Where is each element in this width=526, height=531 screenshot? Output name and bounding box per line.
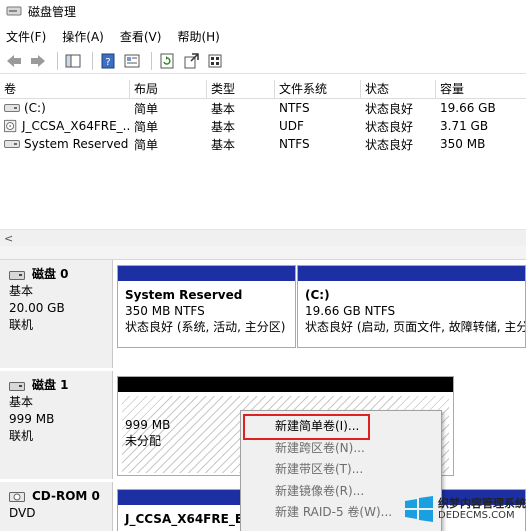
volume-status: 状态良好	[365, 101, 414, 116]
window-title: 磁盘管理	[28, 4, 77, 19]
menu-bar: 文件(F) 操作(A) 查看(V) 帮助(H)	[0, 26, 526, 46]
volume-name: J_CCSA_X64FRE_...	[22, 119, 130, 133]
volume-type: 基本	[211, 137, 236, 152]
column-capacity[interactable]: 容量	[436, 80, 526, 99]
volume-status: 状态良好	[365, 137, 414, 152]
partition-title: System Reserved	[125, 288, 243, 302]
table-row[interactable]: System Reserved 简单 基本 NTFS 状态良好 350 MB	[0, 135, 526, 153]
volume-name: System Reserved	[24, 137, 129, 151]
disk-name: 磁盘 0	[32, 267, 69, 281]
disk-name: 磁盘 1	[32, 378, 69, 392]
volume-layout: 简单	[134, 119, 159, 134]
volume-table: (C:) 简单 基本 NTFS 状态良好 19.66 GB J_CCSA_X64…	[0, 99, 526, 153]
disk-type: DVD	[9, 506, 36, 520]
volume-type: 基本	[211, 119, 236, 134]
export-icon[interactable]	[181, 51, 201, 71]
disk-name: CD-ROM 0	[32, 489, 100, 503]
toolbar-separator	[57, 51, 58, 70]
watermark: 织梦内容管理系统 DEDECMS.COM	[402, 484, 526, 531]
partition-status: 状态良好 (系统, 活动, 主分区)	[125, 320, 286, 334]
properties-icon[interactable]	[122, 51, 142, 71]
help-icon[interactable]: ?	[98, 51, 118, 71]
volume-filesystem: NTFS	[279, 137, 310, 151]
pane-splitter[interactable]	[0, 246, 526, 260]
toolbar: ?	[0, 48, 526, 74]
column-filesystem[interactable]: 文件系统	[275, 80, 361, 99]
menu-new-striped-volume[interactable]: 新建带区卷(T)...	[241, 459, 441, 481]
disk-state: 联机	[9, 429, 34, 443]
cdrom-0-label[interactable]: CD-ROM 0 DVD	[0, 482, 113, 531]
volume-capacity: 3.71 GB	[440, 119, 489, 133]
disk-0-label[interactable]: 磁盘 0 基本 20.00 GB 联机	[0, 260, 113, 368]
column-type[interactable]: 类型	[207, 80, 275, 99]
drive-icon	[4, 104, 20, 112]
horizontal-scrollbar[interactable]: <	[0, 229, 526, 246]
disk-icon	[9, 381, 25, 391]
partition-system-reserved[interactable]: System Reserved 350 MB NTFS 状态良好 (系统, 活动…	[117, 265, 296, 348]
table-row[interactable]: J_CCSA_X64FRE_... 简单 基本 UDF 状态良好 3.71 GB	[0, 117, 526, 135]
partition-bar	[298, 266, 525, 281]
column-status[interactable]: 状态	[361, 80, 436, 99]
watermark-subtext: DEDECMS.COM	[438, 510, 515, 521]
drive-icon	[4, 140, 20, 148]
svg-text:?: ?	[105, 57, 110, 68]
column-volume[interactable]: 卷	[0, 80, 130, 99]
disk-type: 基本	[9, 284, 34, 298]
volume-layout: 简单	[134, 137, 159, 152]
volume-filesystem: UDF	[279, 119, 304, 133]
menu-action[interactable]: 操作(A)	[62, 28, 104, 45]
settings-icon[interactable]	[205, 51, 225, 71]
menu-new-spanned-volume[interactable]: 新建跨区卷(N)...	[241, 438, 441, 460]
refresh-icon[interactable]	[157, 51, 177, 71]
back-icon[interactable]	[4, 51, 24, 71]
menu-file[interactable]: 文件(F)	[6, 28, 46, 45]
volume-capacity: 350 MB	[440, 137, 486, 151]
cd-drive-icon	[9, 491, 25, 502]
partition-status: 状态良好 (启动, 页面文件, 故障转储, 主分	[305, 320, 526, 334]
table-row[interactable]: (C:) 简单 基本 NTFS 状态良好 19.66 GB	[0, 99, 526, 117]
partition-size: 350 MB NTFS	[125, 304, 205, 318]
watermark-text: 织梦内容管理系统	[438, 497, 526, 510]
menu-help[interactable]: 帮助(H)	[177, 28, 219, 45]
disk-size: 20.00 GB	[9, 301, 65, 315]
volume-type: 基本	[211, 101, 236, 116]
disk-size: 999 MB	[9, 412, 55, 426]
toolbar-separator	[151, 51, 152, 70]
scroll-left-icon[interactable]: <	[4, 232, 13, 245]
disk-type: 基本	[9, 395, 34, 409]
menu-view[interactable]: 查看(V)	[120, 28, 162, 45]
volume-table-header: 卷 布局 类型 文件系统 状态 容量	[0, 80, 526, 99]
forward-icon[interactable]	[28, 51, 48, 71]
toolbar-separator	[92, 51, 93, 70]
cd-drive-icon	[4, 119, 17, 133]
volume-layout: 简单	[134, 101, 159, 116]
disk-management-icon	[6, 6, 22, 16]
title-bar: 磁盘管理	[0, 0, 526, 22]
partition-title: (C:)	[305, 288, 330, 302]
partition-c[interactable]: (C:) 19.66 GB NTFS 状态良好 (启动, 页面文件, 故障转储,…	[297, 265, 526, 348]
volume-filesystem: NTFS	[279, 101, 310, 115]
disk-1-label[interactable]: 磁盘 1 基本 999 MB 联机	[0, 371, 113, 479]
disk-icon	[9, 270, 25, 280]
volume-status: 状态良好	[365, 119, 414, 134]
volume-name: (C:)	[24, 101, 46, 115]
partition-bar	[118, 266, 295, 281]
column-layout[interactable]: 布局	[130, 80, 207, 99]
console-tree-icon[interactable]	[63, 51, 83, 71]
disk-state: 联机	[9, 318, 34, 332]
windows-logo-icon	[405, 496, 433, 522]
partition-size: 19.66 GB NTFS	[305, 304, 396, 318]
highlight-box	[243, 414, 370, 440]
volume-capacity: 19.66 GB	[440, 101, 496, 115]
partition-bar	[118, 377, 453, 392]
